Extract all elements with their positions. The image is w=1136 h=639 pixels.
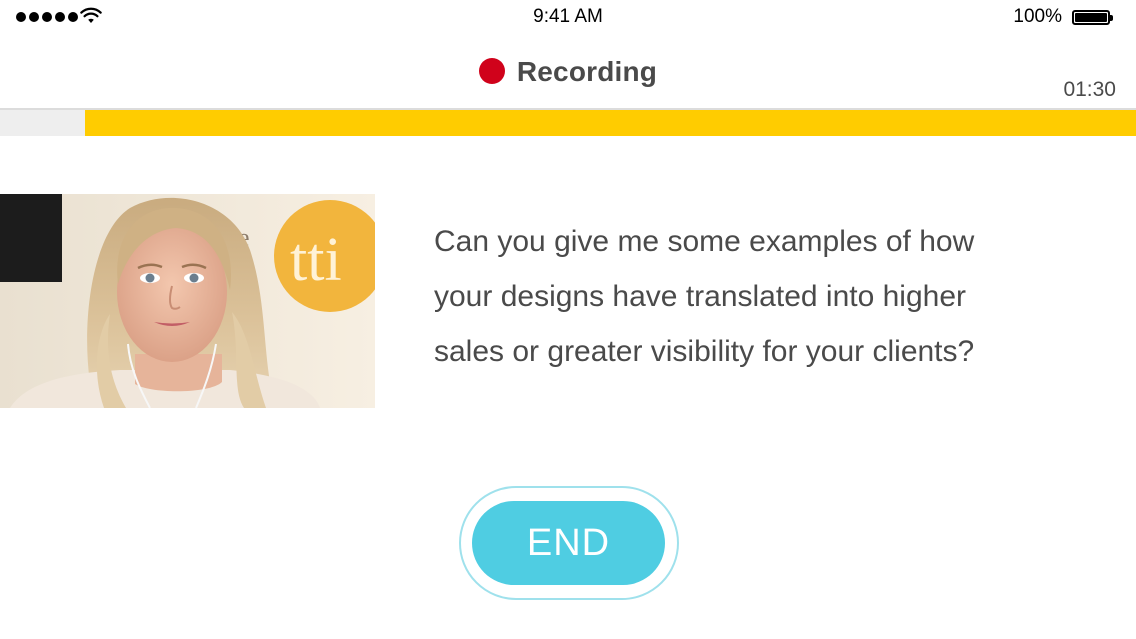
time-progress-bar	[0, 110, 1136, 136]
recording-timer: 01:30	[1063, 78, 1116, 101]
status-time: 9:41 AM	[533, 6, 603, 27]
status-bar: 9:41 AM 100%	[0, 0, 1136, 36]
battery-percentage: 100%	[1013, 6, 1062, 27]
question-line: your designs have translated into higher	[434, 280, 967, 313]
battery-icon	[1072, 10, 1113, 25]
end-recording-button[interactable]: END	[472, 501, 665, 585]
time-progress-fill	[85, 110, 1136, 136]
camera-preview-image: tti e y	[0, 194, 375, 408]
camera-preview: tti e y	[0, 194, 375, 408]
question-line: Can you give me some examples of how	[434, 225, 975, 258]
interview-question: Can you give me some examples of how you…	[434, 214, 1094, 379]
question-line: sales or greater visibility for your cli…	[434, 335, 975, 368]
recording-header: Recording 01:30	[0, 36, 1136, 108]
page-title: Recording	[516, 56, 658, 87]
record-indicator-icon	[478, 58, 505, 84]
wall-logo-text: tti	[290, 226, 342, 294]
recording-screen: 9:41 AM 100% Recording 01:30 tti Can you…	[0, 0, 1136, 639]
